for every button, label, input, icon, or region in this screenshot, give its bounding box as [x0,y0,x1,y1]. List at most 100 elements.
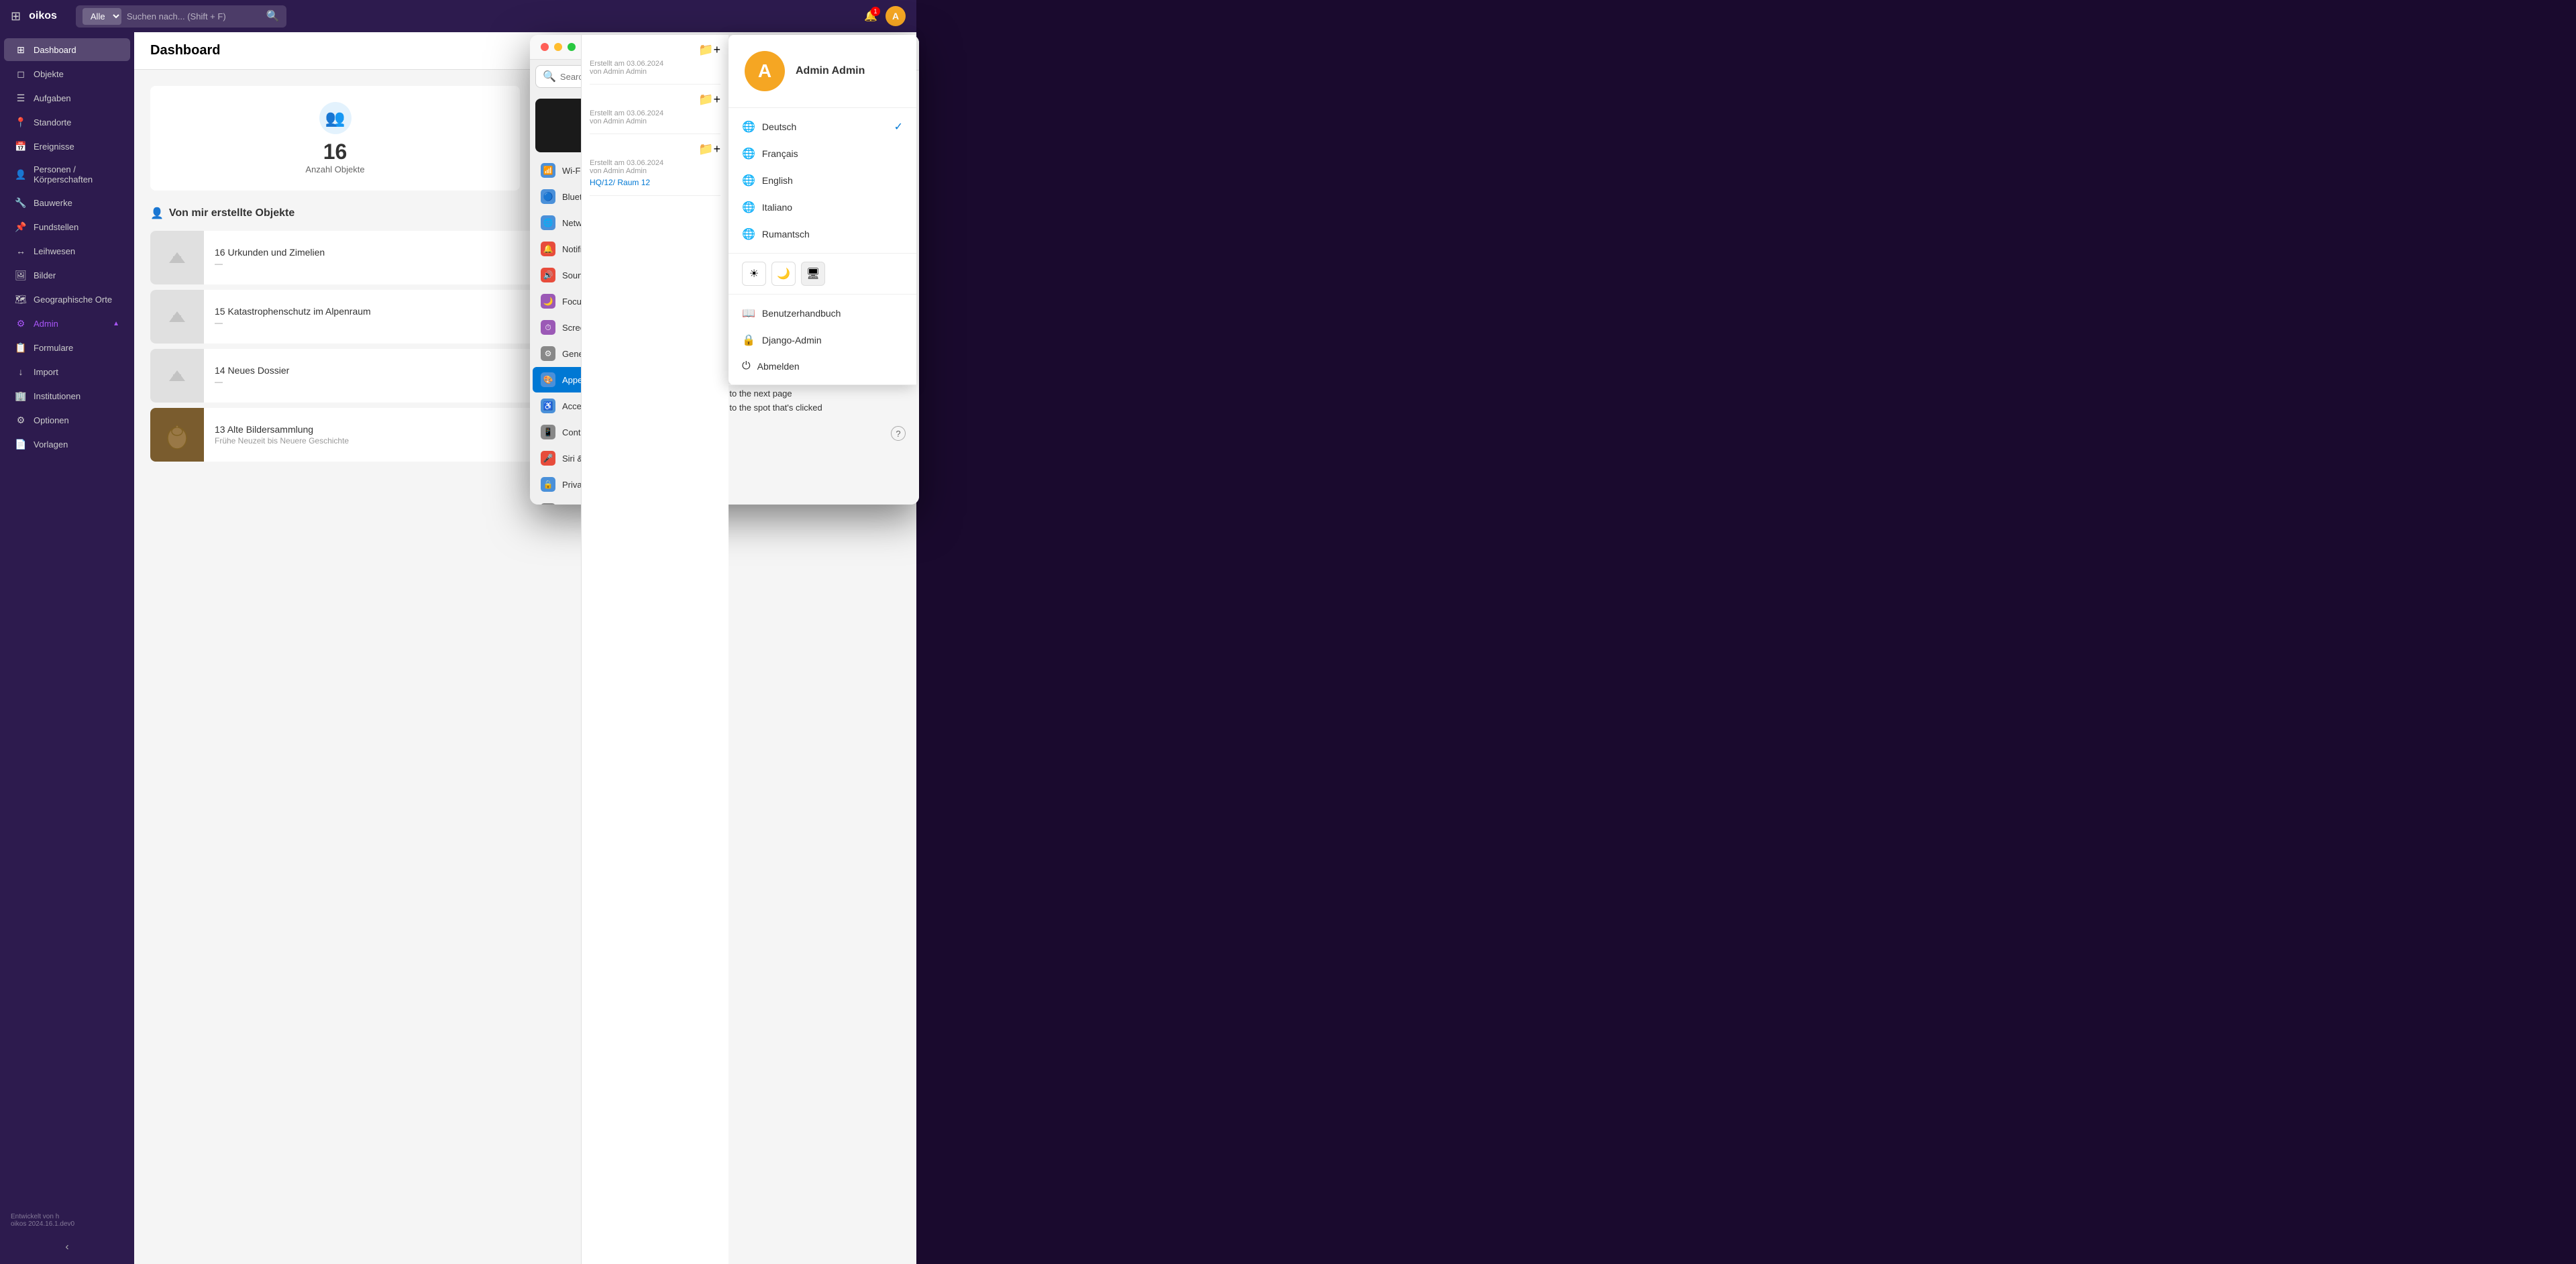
section-icon: 👤 [150,207,164,220]
location-link[interactable]: HQ/12/ Raum 12 [590,178,720,187]
bauwerke-icon: 🔧 [15,197,27,209]
django-link[interactable]: 🔒 Django-Admin [729,327,916,354]
created-label-3: Erstellt am 03.06.2024 [590,159,720,167]
aufgaben-icon: ☰ [15,92,27,104]
grid-icon[interactable]: ⊞ [11,9,21,23]
user-dropdown: A Admin Admin 🌐 Deutsch ✓ 🌐 Français 🌐 E… [729,35,916,385]
language-section: 🌐 Deutsch ✓ 🌐 Français 🌐 English 🌐 Itali… [729,108,916,254]
globe-icon: 🌐 [742,174,755,187]
mac-maximize-button[interactable] [568,43,576,51]
mac-close-button[interactable] [541,43,549,51]
list-item-thumbnail [150,231,204,284]
leihwesen-icon: ↔ [15,245,27,257]
activity-panel: 📁+ Erstellt am 03.06.2024 von Admin Admi… [581,35,729,1264]
sidebar-item-standorte[interactable]: 📍 Standorte [4,111,130,134]
objekte-icon: ◻ [15,68,27,80]
globe-icon: 🌐 [742,147,755,160]
shield-icon: 🔒 [742,333,755,347]
sidebar-item-leihwesen[interactable]: ↔ Leihwesen [4,240,130,262]
sound-icon: 🔊 [541,268,555,282]
bluetooth-icon: 🔵 [541,189,555,204]
check-icon: ✓ [894,120,903,134]
sidebar-item-institutionen[interactable]: 🏢 Institutionen [4,384,130,407]
network-icon: 🌐 [541,215,555,230]
sidebar-item-geoorte[interactable]: 🗺 Geographische Orte [4,288,130,311]
search-icon: 🔍 [266,9,280,23]
user-avatar[interactable]: A [885,6,906,26]
list-item-info: 13 Alte Bildersammlung Frühe Neuzeit bis… [204,416,360,454]
sidebar-item-optionen[interactable]: ⚙ Optionen [4,409,130,431]
search-input[interactable] [127,11,261,21]
sidebar-item-import[interactable]: ↓ Import [4,360,130,383]
activity-item-1: 📁+ Erstellt am 03.06.2024 von Admin Admi… [590,43,720,85]
geoorte-icon: 🗺 [15,293,27,305]
appearance-icon: 🎨 [541,372,555,387]
controlcentre-icon: 📱 [541,425,555,439]
sidebar-collapse-button[interactable]: ‹ [0,1236,134,1259]
app-title: oikos [29,10,57,22]
vorlagen-icon: 📄 [15,438,27,450]
dashboard-icon: ⊞ [15,44,27,56]
admin-icon: ⚙ [15,317,27,329]
activity-item-2: 📁+ Erstellt am 03.06.2024 von Admin Admi… [590,93,720,134]
bilder-icon: 🖼 [15,269,27,281]
optionen-icon: ⚙ [15,414,27,426]
notification-badge[interactable]: 🔔 1 [864,9,877,23]
sidebar-item-personen[interactable]: 👤 Personen / Körperschaften [4,159,130,190]
fundstellen-icon: 📌 [15,221,27,233]
file-icon[interactable]: 📁+ [698,142,720,156]
wifi-icon: 📶 [541,163,555,178]
globe-icon: 🌐 [742,201,755,214]
abmelden-link[interactable]: ⏻ Abmelden [729,354,916,379]
activity-item-3: 📁+ Erstellt am 03.06.2024 von Admin Admi… [590,142,720,196]
theme-sun-button[interactable]: ☀ [742,262,766,286]
stat-card-objekte: 👥 16 Anzahl Objekte [150,86,520,191]
by-label-2: von Admin Admin [590,117,720,125]
search-dropdown[interactable]: Alle [83,8,121,25]
globe-icon: 🌐 [742,120,755,134]
sidebar-item-admin[interactable]: ⚙ Admin ▲ [4,312,130,335]
screentime-icon: ⏱ [541,320,555,335]
list-item-thumbnail [150,290,204,344]
sidebar-item-vorlagen[interactable]: 📄 Vorlagen [4,433,130,456]
badge-count: 1 [871,7,880,16]
sidebar-item-dashboard[interactable]: ⊞ Dashboard [4,38,130,61]
stat-label: Anzahl Objekte [305,164,364,174]
by-label-3: von Admin Admin [590,167,720,175]
sidebar-item-objekte[interactable]: ◻ Objekte [4,62,130,85]
list-item-thumbnail [150,349,204,403]
stat-number: 16 [323,140,347,164]
lang-de[interactable]: 🌐 Deutsch ✓ [729,113,916,140]
user-avatar-large: A [745,51,785,91]
sidebar-item-bauwerke[interactable]: 🔧 Bauwerke [4,191,130,214]
stat-icon: 👥 [319,102,352,134]
file-icon[interactable]: 📁+ [698,93,720,107]
dropdown-links: 📖 Benutzerhandbuch 🔒 Django-Admin ⏻ Abme… [729,295,916,385]
focus-icon: 🌙 [541,294,555,309]
help-button[interactable]: ? [891,426,906,441]
admin-chevron: ▲ [113,320,119,327]
book-icon: 📖 [742,307,755,320]
sidebar-item-ereignisse[interactable]: 📅 Ereignisse [4,135,130,158]
sidebar-item-bilder[interactable]: 🖼 Bilder [4,264,130,286]
sidebar-item-fundstellen[interactable]: 📌 Fundstellen [4,215,130,238]
list-item-info: 14 Neues Dossier — [204,357,300,394]
sidebar-item-aufgaben[interactable]: ☰ Aufgaben [4,87,130,109]
file-icon[interactable]: 📁+ [698,43,720,57]
list-item-info: 15 Katastrophenschutz im Alpenraum — [204,298,382,335]
globe-icon: 🌐 [742,227,755,241]
lang-it[interactable]: 🌐 Italiano [729,194,916,221]
lang-fr[interactable]: 🌐 Français [729,140,916,167]
created-label-2: Erstellt am 03.06.2024 [590,109,720,117]
benutzer-link[interactable]: 📖 Benutzerhandbuch [729,300,916,327]
by-label-1: von Admin Admin [590,68,720,76]
sidebar-item-formulare[interactable]: 📋 Formulare [4,336,130,359]
lang-rm[interactable]: 🌐 Rumantsch [729,221,916,248]
desktop-icon: 🖥 [541,503,555,505]
lang-en[interactable]: 🌐 English [729,167,916,194]
theme-monitor-button[interactable]: 🖥 [801,262,825,286]
theme-moon-button[interactable]: 🌙 [771,262,796,286]
topbar-right: 🔔 1 A [864,6,906,26]
sidebar-footer: Entwickelt von h oikos 2024.16.1.dev0 [0,1205,134,1236]
mac-minimize-button[interactable] [554,43,562,51]
